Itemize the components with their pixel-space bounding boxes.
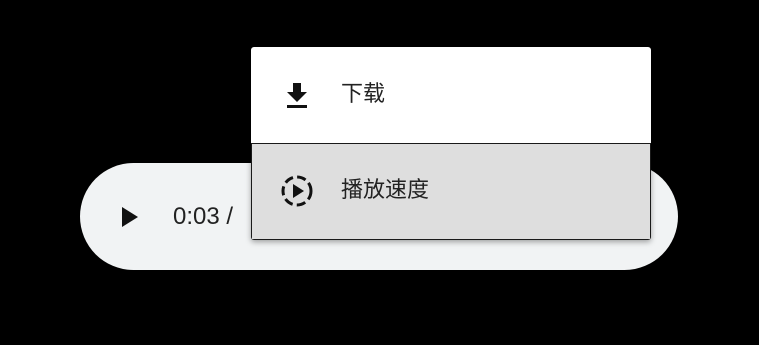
time-display: 0:03 / <box>173 203 240 230</box>
play-icon <box>122 207 138 227</box>
menu-item-playback-speed[interactable]: 播放速度 <box>251 143 651 240</box>
playback-speed-icon <box>279 173 315 209</box>
download-icon <box>279 77 315 113</box>
play-button[interactable] <box>116 203 144 231</box>
overflow-menu: 下载 播放速度 <box>251 47 651 240</box>
menu-item-download[interactable]: 下载 <box>251 47 651 143</box>
menu-item-label: 下载 <box>341 82 386 107</box>
menu-item-label: 播放速度 <box>341 178 430 203</box>
